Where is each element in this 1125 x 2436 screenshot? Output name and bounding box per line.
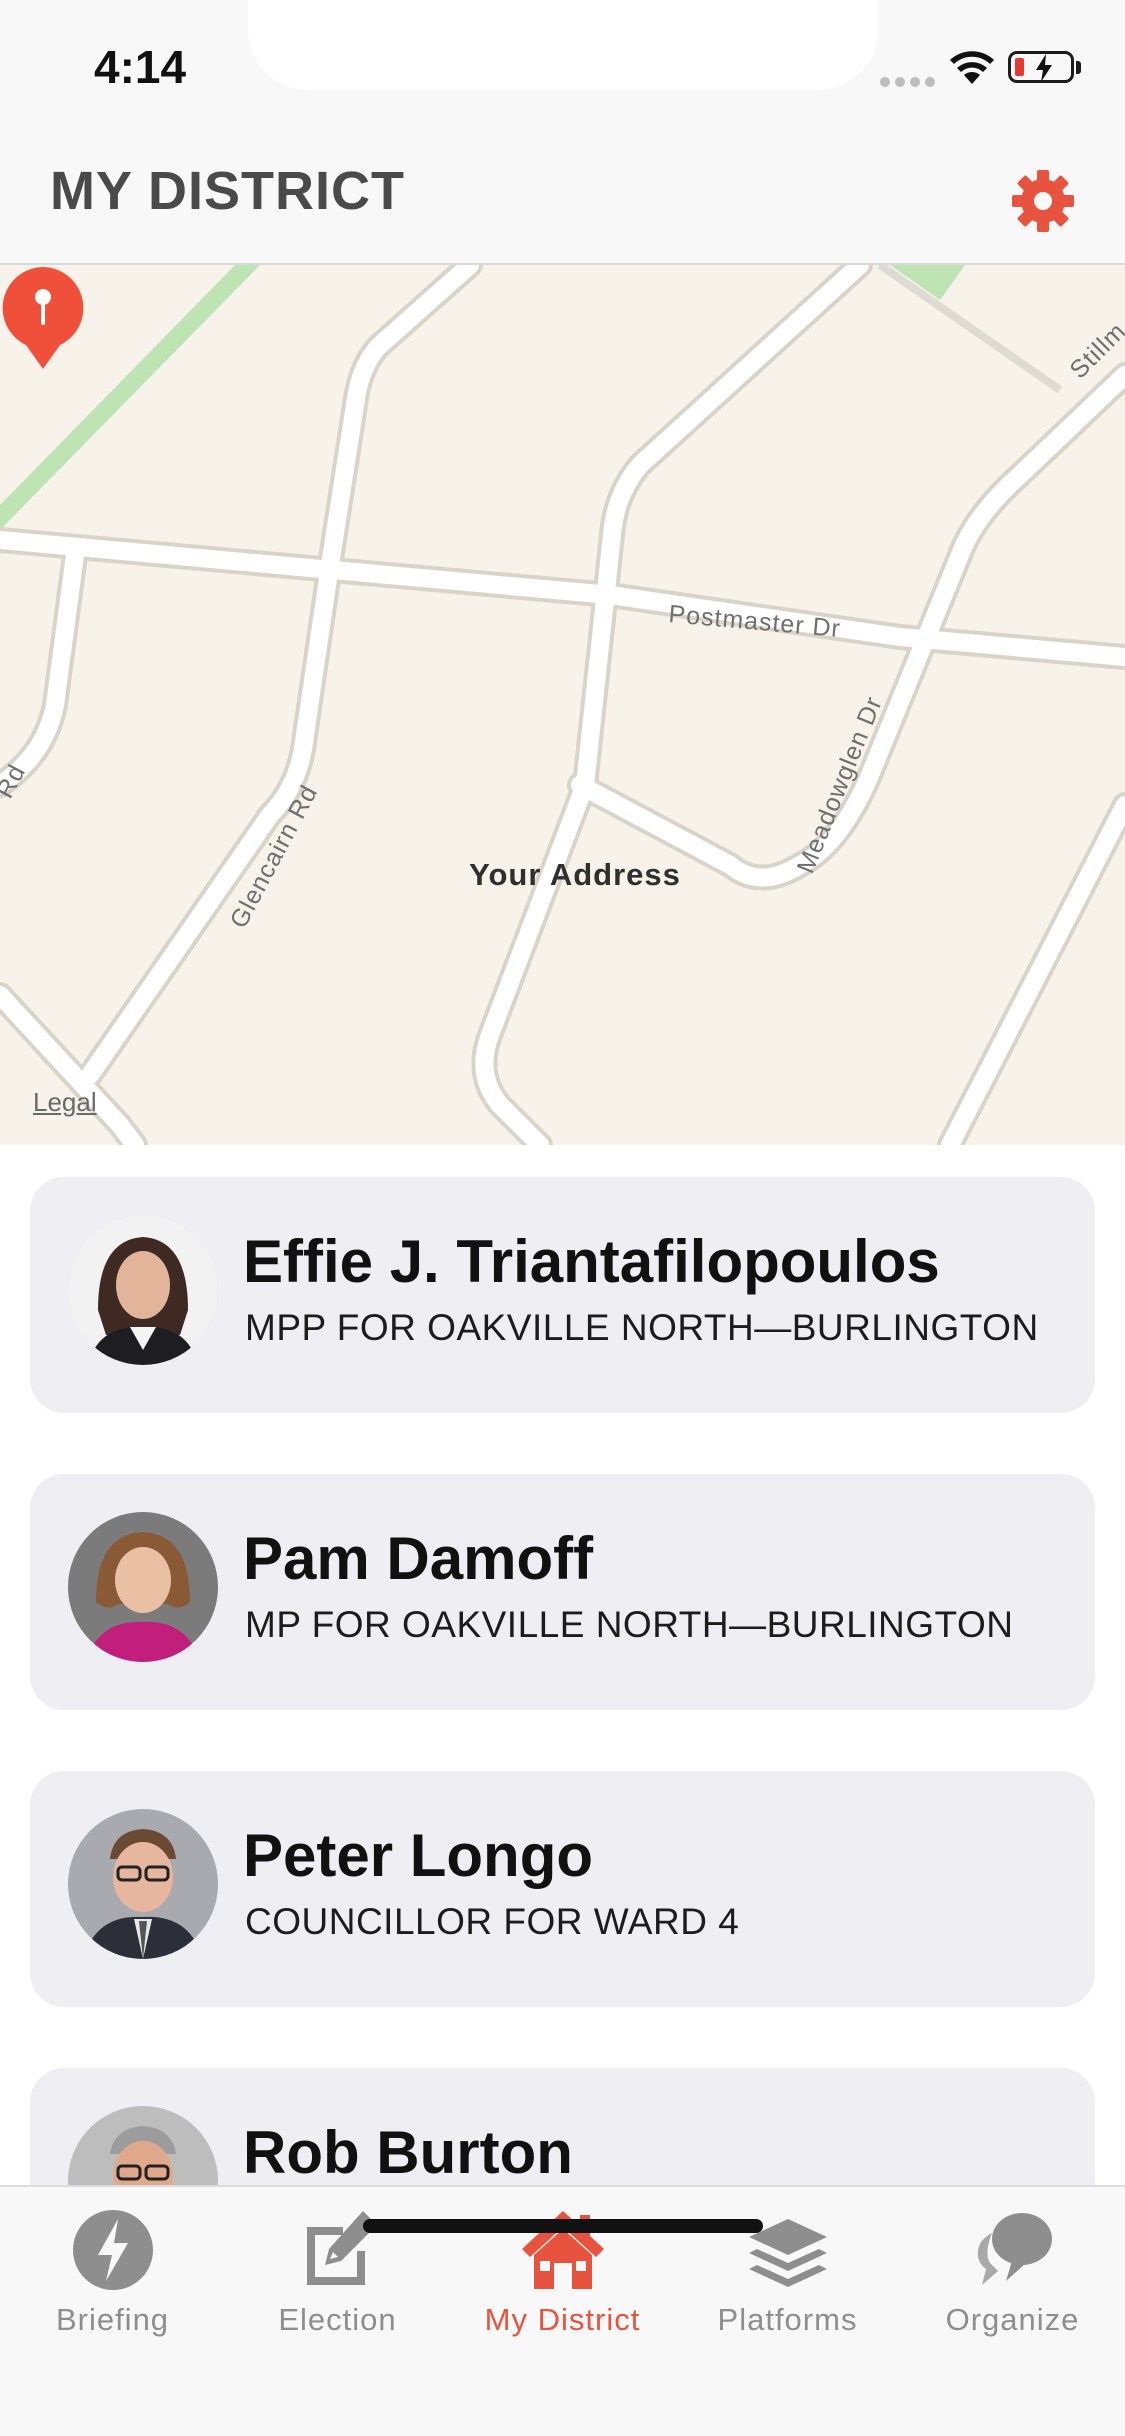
representatives-list[interactable]: Effie J. Triantafilopoulos MPP FOR OAKVI…: [0, 1145, 1125, 2185]
wifi-icon: [950, 51, 994, 84]
home-indicator: [363, 2219, 763, 2233]
avatar: [68, 1809, 218, 1959]
signal-icon: [880, 74, 940, 92]
location-pin-icon[interactable]: [0, 265, 86, 371]
representative-role: MPP FOR OAKVILLE NORTH—BURLINGTON: [245, 1307, 1039, 1348]
representative-card[interactable]: Pam Damoff MP FOR OAKVILLE NORTH—BURLING…: [30, 1474, 1095, 1710]
avatar: [68, 2106, 218, 2185]
battery-cap: [1076, 61, 1081, 74]
tab-label: Organize: [945, 2302, 1080, 2337]
pin-label: Your Address: [469, 857, 681, 892]
tab-my-district[interactable]: My District: [450, 2187, 675, 2347]
avatar: [68, 1512, 218, 1662]
status-bar: 4:14: [0, 0, 1125, 132]
tab-election[interactable]: Election: [225, 2187, 450, 2347]
lightning-icon: [72, 2210, 153, 2290]
status-time: 4:14: [94, 41, 187, 93]
representative-card[interactable]: Peter Longo COUNCILLOR FOR WARD 4: [30, 1771, 1095, 2007]
representative-card[interactable]: Rob Burton: [30, 2068, 1095, 2185]
tab-briefing[interactable]: Briefing: [0, 2187, 225, 2347]
gear-icon[interactable]: [1010, 168, 1076, 234]
district-map[interactable]: Postmaster Dr Meadowglen Dr Glencairn Rd…: [0, 265, 1125, 1145]
tab-label: My District: [484, 2302, 641, 2337]
tab-organize[interactable]: Organize: [900, 2187, 1125, 2347]
phone-screen: 4:14 MY DISTRICT Postmaster Dr Meadowgle…: [0, 0, 1125, 2436]
representative-card[interactable]: Effie J. Triantafilopoulos MPP FOR OAKVI…: [30, 1177, 1095, 1413]
avatar: [68, 1215, 218, 1365]
representative-name: Rob Burton: [243, 2119, 573, 2185]
chat-bubbles-icon: [977, 2213, 1052, 2285]
nav-header: MY DISTRICT: [0, 132, 1125, 265]
representative-role: COUNCILLOR FOR WARD 4: [245, 1901, 740, 1942]
representative-name: Peter Longo: [243, 1822, 594, 1889]
tab-label: Briefing: [55, 2302, 170, 2337]
tab-label: Election: [278, 2302, 397, 2337]
representative-name: Pam Damoff: [243, 1525, 594, 1592]
notch: [248, 0, 878, 90]
tab-platforms[interactable]: Platforms: [675, 2187, 900, 2347]
battery-icon: [1008, 51, 1074, 83]
street-label-postmaster: Postmaster Dr: [667, 600, 842, 643]
representative-role: MP FOR OAKVILLE NORTH—BURLINGTON: [245, 1604, 1014, 1645]
map-legal-link[interactable]: Legal: [33, 1087, 97, 1118]
tab-bar: Briefing Election My District Platforms …: [0, 2185, 1125, 2436]
tab-label: Platforms: [717, 2302, 858, 2337]
page-title: MY DISTRICT: [50, 161, 406, 221]
map-streets: Postmaster Dr Meadowglen Dr Glencairn Rd…: [0, 265, 1125, 1145]
representative-name: Effie J. Triantafilopoulos: [243, 1228, 940, 1295]
